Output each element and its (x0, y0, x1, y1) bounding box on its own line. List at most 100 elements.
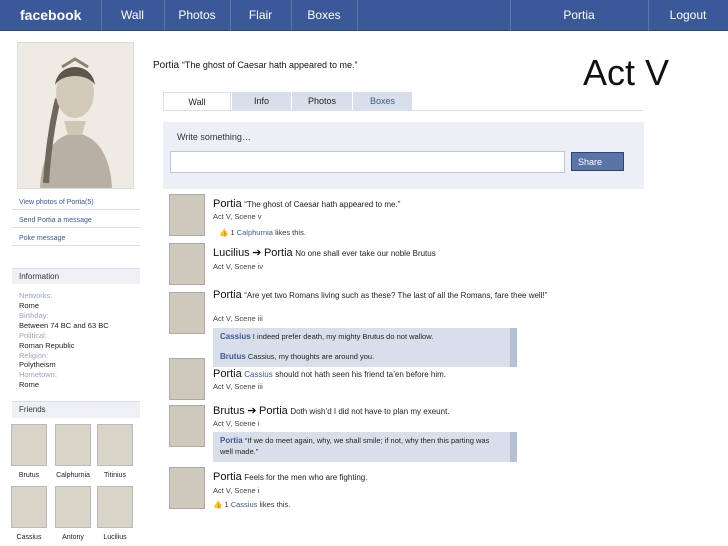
friend-name[interactable]: Lucilius (95, 534, 135, 541)
share-button[interactable]: Share (571, 152, 624, 171)
story-target[interactable]: Portia (259, 405, 288, 417)
nav-user-portia[interactable]: Portia (510, 0, 648, 31)
liker-name[interactable]: Calphurnia (237, 228, 273, 237)
info-value-political[interactable]: Roman Republic (19, 341, 74, 350)
story-author[interactable]: Portia (213, 198, 242, 210)
info-label-religion: Religion: (19, 351, 49, 360)
comment-text: “If we do meet again, why, we shall smil… (220, 436, 490, 456)
story-meta: Act V, Scene iii (213, 314, 263, 323)
profile-name: Portia (153, 60, 180, 71)
thumbs-up-icon[interactable]: 👍 (219, 228, 228, 237)
story-meta: Act V, Scene v (213, 212, 262, 221)
view-photos-link[interactable]: View photos of Portia(5) (12, 196, 140, 210)
story-avatar-portia[interactable] (169, 358, 205, 400)
story-avatar-portia[interactable] (169, 292, 205, 334)
story-avatar-lucilius[interactable] (169, 243, 205, 285)
comment-text: Cassius, my thoughts are around you. (247, 352, 375, 361)
story-avatar-portia[interactable] (169, 194, 205, 236)
story-meta: Act V, Scene i (213, 419, 260, 428)
info-value-networks[interactable]: Rome (19, 301, 39, 310)
friend-lucilius[interactable]: Lucilius (95, 486, 135, 541)
story-6-text: Portia Feels for the men who are fightin… (213, 471, 558, 484)
comment-author[interactable]: Portia (220, 436, 243, 445)
like-count: 1 (230, 228, 235, 237)
publisher-prompt: Write something… (177, 132, 251, 142)
comment-portia: Portia “If we do meet again, why, we sha… (213, 432, 517, 462)
friend-name[interactable]: Titinius (95, 472, 135, 479)
logout-button[interactable]: Logout (648, 0, 728, 31)
friend-photo (97, 486, 133, 528)
story-meta: Act V, Scene iii (213, 382, 263, 391)
story-target[interactable]: Portia (264, 247, 293, 259)
friends-heading: Friends (12, 401, 140, 418)
info-value-hometown[interactable]: Rome (19, 380, 39, 389)
story-meta: Act V, Scene iv (213, 262, 264, 271)
story-3-text: Portia “Are yet two Romans living such a… (213, 289, 558, 302)
comment-cassius: Cassius I indeed prefer death, my mighty… (213, 328, 517, 348)
nav-boxes[interactable]: Boxes (291, 0, 357, 31)
thumbs-up-icon[interactable]: 👍 (213, 500, 222, 509)
comment-brutus: Brutus Cassius, my thoughts are around y… (213, 348, 517, 367)
story-meta: Act V, Scene i (213, 486, 260, 495)
story-status: No one shall ever take our noble Brutus (295, 249, 436, 258)
story-2-text: Lucilius ➔ Portia No one shall ever take… (213, 247, 558, 260)
story-author[interactable]: Portia (213, 289, 242, 301)
friend-titinius[interactable]: Titinius (95, 424, 135, 479)
nav-wall[interactable]: Wall (101, 0, 164, 31)
story-avatar-portia[interactable] (169, 467, 205, 509)
facebook-logo[interactable]: facebook (20, 0, 81, 31)
friend-photo (11, 424, 47, 466)
friend-photo (97, 424, 133, 466)
story-author[interactable]: Portia (213, 368, 242, 380)
info-label-networks: Networks: (19, 291, 53, 300)
story-5-text: Brutus ➔ Portia Doth wish’d I did not ha… (213, 405, 558, 418)
poke-link[interactable]: Poke message (12, 232, 140, 246)
top-nav-bar: facebook Wall Photos Flair Boxes Portia … (0, 0, 728, 31)
friend-cassius[interactable]: Cassius (9, 486, 49, 541)
story-status: Doth wish’d I did not have to plan my ex… (290, 407, 450, 416)
liker-name[interactable]: Cassius (231, 500, 258, 509)
story-status: “The ghost of Caesar hath appeared to me… (244, 200, 401, 209)
story-status: should not hath seen his friend ta’en be… (275, 370, 447, 379)
friend-antony[interactable]: Antony (53, 486, 93, 541)
tab-boxes[interactable]: Boxes (352, 92, 412, 110)
story-author[interactable]: Portia (213, 471, 242, 483)
nav-divider (357, 0, 358, 31)
story-author[interactable]: Brutus (213, 405, 245, 417)
send-message-link[interactable]: Send Portia a message (12, 214, 140, 228)
info-label-hometown: Hometown: (19, 370, 57, 379)
arrow-right-icon: ➔ (252, 247, 262, 259)
friend-calphurnia[interactable]: Calphurnia (53, 424, 93, 479)
wall-publisher: Write something… Share (163, 122, 644, 189)
story-mention[interactable]: Cassius (244, 370, 272, 379)
likes-text: likes this. (275, 228, 306, 237)
publisher-input[interactable] (170, 151, 565, 173)
like-count: 1 (224, 500, 229, 509)
friend-name[interactable]: Brutus (9, 472, 49, 479)
friend-brutus[interactable]: Brutus (9, 424, 49, 479)
likes-text: likes this. (259, 500, 291, 509)
friend-name[interactable]: Antony (53, 534, 93, 541)
act-title: Act V (583, 52, 670, 93)
story-status: Feels for the men who are fighting. (244, 473, 368, 482)
tab-info[interactable]: Info (231, 92, 291, 110)
tab-underline (163, 110, 643, 111)
like-line: 👍 1 Calphurnia likes this. (219, 228, 306, 237)
profile-header: Portia “The ghost of Caesar hath appeare… (153, 60, 358, 71)
comment-author[interactable]: Brutus (220, 352, 246, 361)
story-4-text: Portia Cassius should not hath seen his … (213, 368, 558, 381)
story-author[interactable]: Lucilius (213, 247, 250, 259)
nav-flair[interactable]: Flair (230, 0, 291, 31)
tab-photos[interactable]: Photos (291, 92, 352, 110)
profile-picture[interactable] (17, 42, 134, 189)
friend-name[interactable]: Cassius (9, 534, 49, 541)
tab-wall[interactable]: Wall (163, 92, 231, 110)
nav-photos[interactable]: Photos (164, 0, 230, 31)
friend-photo (55, 486, 91, 528)
friend-name[interactable]: Calphurnia (53, 472, 93, 479)
comment-author[interactable]: Cassius (220, 332, 251, 341)
information-heading: Information (12, 268, 140, 284)
info-label-birthday: Birthday: (19, 311, 49, 320)
story-avatar-brutus[interactable] (169, 405, 205, 447)
profile-status: “The ghost of Caesar hath appeared to me… (181, 60, 358, 70)
